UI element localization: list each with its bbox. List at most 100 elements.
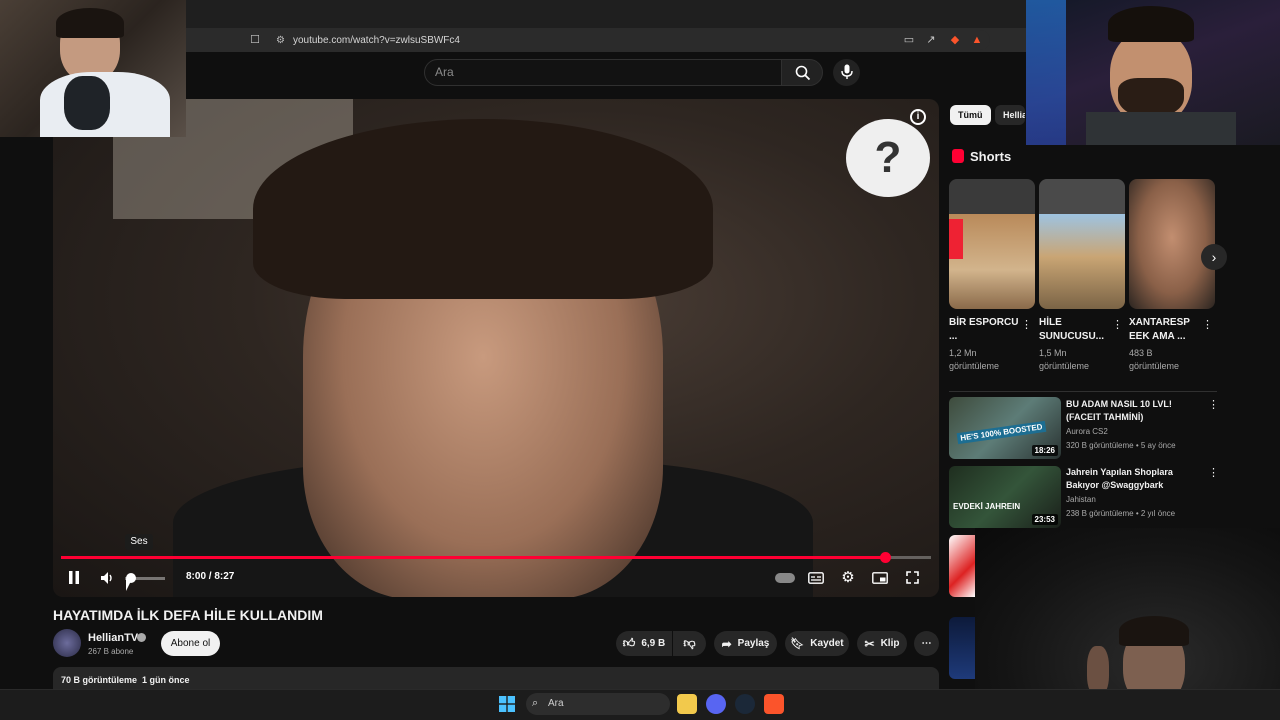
bookmark-icon[interactable]: ☐	[248, 33, 262, 47]
taskbar-search[interactable]: Ara	[526, 693, 670, 715]
youtube-search-input[interactable]: Ara	[424, 59, 782, 86]
share-icon[interactable]: ↗	[924, 33, 938, 47]
shorts-logo-icon	[952, 149, 964, 163]
file-explorer-icon[interactable]	[677, 694, 697, 714]
recommendation-thumbnail[interactable]	[949, 617, 975, 679]
webcam-led-light	[1026, 0, 1066, 145]
share-button[interactable]: ➦ Paylaş	[714, 631, 777, 656]
miniplayer-button[interactable]	[869, 567, 891, 589]
progress-played	[61, 556, 885, 559]
pause-button[interactable]	[63, 567, 85, 589]
voice-search-button[interactable]	[833, 59, 860, 86]
clip-label: Klip	[880, 638, 900, 649]
channel-name[interactable]: HellianTV	[88, 632, 138, 644]
recommendation-menu-icon[interactable]: ⋮	[1208, 400, 1219, 411]
search-button[interactable]	[781, 59, 823, 86]
steam-icon[interactable]	[735, 694, 755, 714]
progress-scrubber[interactable]	[879, 552, 891, 563]
short-menu-icon[interactable]: ⋮	[1202, 320, 1213, 331]
video-title: HAYATIMDA İLK DEFA HİLE KULLANDIM	[53, 607, 323, 623]
recommendation-meta: 238 B görüntüleme • 2 yıl önce	[1066, 509, 1176, 518]
like-count: 6,9 B	[641, 638, 666, 649]
video-person-hair	[253, 119, 713, 299]
progress-bar[interactable]	[61, 552, 931, 563]
short-thumbnail[interactable]	[1129, 179, 1215, 309]
gear-icon: ⚙	[841, 569, 855, 586]
recommendation-title[interactable]: BU ADAM NASIL 10 LVL! (FACEIT TAHMİNİ)	[1066, 398, 1196, 424]
recommendation-title[interactable]: Jahrein Yapılan Shoplara Bakıyor @Swaggy…	[1066, 466, 1196, 492]
like-button[interactable]: 👍︎ 6,9 B	[616, 631, 672, 656]
discord-icon[interactable]	[706, 694, 726, 714]
url-text: youtube.com/watch?v=zwlsuSBWFc4	[292, 34, 460, 46]
save-label: Kaydet	[810, 638, 844, 649]
chevron-right-icon: ›	[1211, 249, 1217, 265]
channel-avatar[interactable]	[53, 629, 81, 657]
description-box[interactable]: 70 B görüntüleme 1 gün önce	[53, 667, 939, 689]
webcam-hair	[56, 8, 124, 38]
recommendation-menu-icon[interactable]: ⋮	[1208, 468, 1219, 479]
short-thumbnail[interactable]	[949, 179, 1035, 309]
short-views: 1,5 Mn görüntüleme	[1039, 348, 1090, 371]
clip-button[interactable]: ✂ Klip	[857, 631, 907, 656]
mute-button[interactable]	[96, 567, 118, 589]
scissors-icon: ✂	[864, 636, 875, 651]
short-menu-icon[interactable]: ⋮	[1021, 320, 1032, 331]
short-menu-icon[interactable]: ⋮	[1112, 320, 1123, 331]
recommendation-channel[interactable]: Jahistan	[1066, 495, 1096, 504]
subtitles-button[interactable]	[805, 567, 827, 589]
short-views: 483 B görüntüleme	[1129, 348, 1180, 371]
short-title[interactable]: HİLE SUNUCUSU...	[1039, 316, 1113, 344]
share-arrow-icon: ➦	[721, 636, 732, 651]
short-title[interactable]: BİR ESPORCU ...	[949, 316, 1023, 344]
recommendation-channel[interactable]: Aurora CS2	[1066, 427, 1108, 436]
short-views: 1,2 Mn görüntüleme	[949, 348, 1000, 371]
subscribe-button[interactable]: Abone ol	[161, 631, 220, 656]
thumb-overlay-text: EVDEKİ JAHREIN	[953, 502, 1021, 511]
url-field[interactable]: ⚙ youtube.com/watch?v=zwlsuSBWFc4	[270, 30, 990, 50]
microphone-icon	[841, 64, 853, 79]
autoplay-toggle[interactable]	[775, 573, 795, 583]
recommendation-thumbnail[interactable]: EVDEKİ JAHREIN 23:53	[949, 466, 1061, 528]
thumbs-down-icon: 👎︎	[683, 636, 696, 650]
brave-rewards-icon[interactable]: ▲	[970, 33, 984, 47]
save-button[interactable]: 🔖︎ Kaydet	[785, 631, 849, 656]
section-divider	[949, 391, 1217, 392]
more-actions-button[interactable]: ⋯	[914, 631, 939, 656]
view-stats: 70 B görüntüleme 1 gün önce	[61, 675, 190, 685]
miniplayer-icon	[872, 572, 888, 584]
question-bubble-icon: ?	[846, 119, 930, 197]
verified-badge-icon	[137, 633, 146, 642]
chip-hellian[interactable]: Hellia	[995, 105, 1025, 125]
brave-browser-icon[interactable]	[764, 694, 784, 714]
browser-tabstrip	[186, 0, 1026, 28]
browser-address-bar: ☐ ⚙ youtube.com/watch?v=zwlsuSBWFc4 ▭ ↗ …	[186, 28, 1026, 52]
time-display: 8:00 / 8:27	[186, 571, 235, 582]
volume-icon	[101, 572, 112, 584]
volume-tooltip: Ses	[125, 534, 153, 550]
brave-shield-icon[interactable]: ◆	[948, 33, 962, 47]
short-thumb-graphic	[949, 219, 963, 259]
subtitles-icon	[808, 572, 824, 584]
recommendation-thumbnail[interactable]: HE'S 100% BOOSTED 18:26	[949, 397, 1061, 459]
shorts-next-button[interactable]: ›	[1201, 244, 1227, 270]
webcam-hair	[1108, 6, 1194, 42]
recommendation-meta: 320 B görüntüleme • 5 ay önce	[1066, 441, 1176, 450]
info-icon[interactable]: i	[910, 109, 926, 125]
short-title[interactable]: XANTARESP EEK AMA ...	[1129, 316, 1203, 344]
recommendation-thumbnail[interactable]	[949, 535, 975, 597]
site-info-icon[interactable]: ⚙	[276, 35, 285, 46]
cast-icon[interactable]: ▭	[902, 33, 916, 47]
short-thumbnail[interactable]	[1039, 179, 1125, 309]
fullscreen-button[interactable]	[901, 567, 923, 589]
windows-start-icon[interactable]	[499, 696, 515, 712]
fullscreen-icon	[905, 571, 919, 584]
video-player[interactable]: ? i Ses 8:00 / 8:27 ⚙	[53, 99, 939, 597]
thumbs-up-icon: 👍︎	[622, 636, 636, 650]
webcam-hair	[1119, 616, 1189, 646]
dislike-button[interactable]: 👎︎	[673, 631, 706, 656]
chip-all[interactable]: Tümü	[950, 105, 991, 125]
settings-button[interactable]: ⚙	[837, 567, 859, 589]
bookmark-save-icon: 🔖︎	[790, 638, 805, 650]
share-label: Paylaş	[737, 638, 770, 649]
search-icon	[795, 65, 811, 81]
